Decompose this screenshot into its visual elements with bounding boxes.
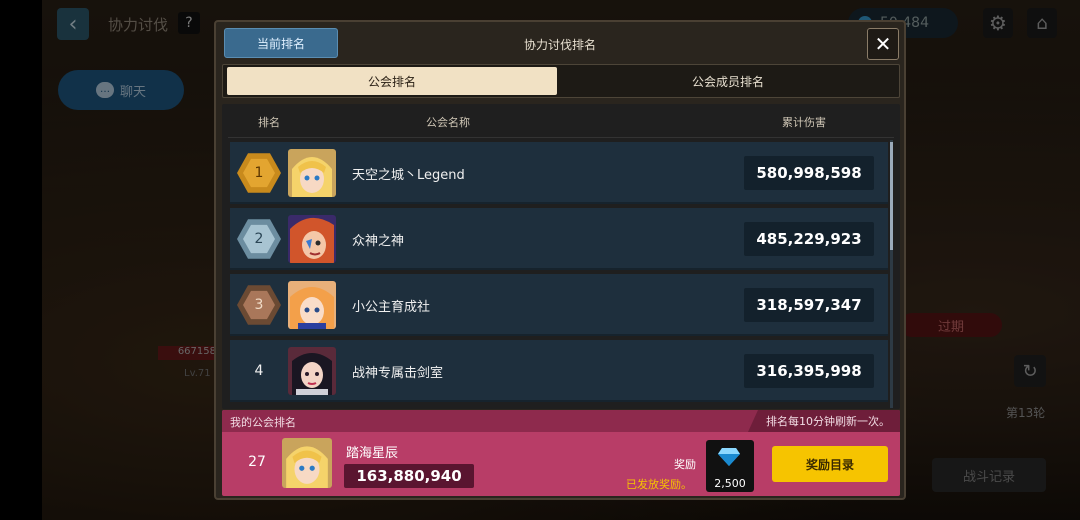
guild-avatar	[288, 281, 336, 329]
refresh-note: 排名每10分钟刷新一次。	[748, 410, 900, 432]
my-guild-label: 我的公会排名	[230, 416, 296, 429]
reward-item[interactable]: 2,500	[706, 440, 754, 492]
tab-guild-ranking[interactable]: 公会排名	[227, 67, 557, 95]
rank-bronze-badge-icon: 3	[237, 285, 281, 325]
close-icon: ✕	[874, 32, 892, 56]
guild-damage: 485,229,923	[744, 222, 874, 256]
list-scrollbar-thumb[interactable]	[890, 142, 893, 250]
reward-count: 2,500	[714, 477, 746, 490]
table-row[interactable]: 3 小公主育成社 318,597,347	[230, 274, 888, 336]
rank-silver-badge-icon: 2	[237, 219, 281, 259]
my-guild-name: 踏海星辰	[346, 446, 399, 461]
reward-label: 奖励	[674, 458, 696, 471]
header-damage: 累计伤害	[782, 116, 826, 129]
ranking-dialog: 协力讨伐排名 当前排名 ✕ 公会排名 公会成员排名 排名 公会名称 累计伤害 1…	[214, 20, 906, 500]
reward-sent-status: 已发放奖励。	[626, 478, 692, 491]
close-button[interactable]: ✕	[867, 28, 899, 60]
ranking-subtabs: 公会排名 公会成员排名	[222, 64, 900, 98]
diamond-icon	[718, 448, 740, 466]
reward-list-button[interactable]: 奖励目录	[772, 446, 888, 482]
tab-current-ranking[interactable]: 当前排名	[224, 28, 338, 58]
guild-avatar	[288, 347, 336, 395]
my-guild-damage: 163,880,940	[344, 464, 474, 488]
table-row[interactable]: 4 战神专属击剑室 316,395,998	[230, 340, 888, 402]
guild-damage: 318,597,347	[744, 288, 874, 322]
guild-name: 小公主育成社	[352, 299, 431, 315]
guild-name: 天空之城丶Legend	[352, 167, 465, 183]
guild-name: 众神之神	[352, 233, 405, 249]
rank-gold-badge-icon: 1	[237, 153, 281, 193]
guild-avatar	[288, 215, 336, 263]
tab-member-ranking[interactable]: 公会成员排名	[559, 67, 897, 95]
header-divider	[228, 137, 894, 138]
screen-edge	[0, 0, 42, 520]
ranking-list[interactable]: 排名 公会名称 累计伤害 1 天空之城丶Legend 580,998,598 2…	[222, 104, 900, 409]
table-row[interactable]: 2 众神之神 485,229,923	[230, 208, 888, 270]
guild-avatar	[288, 149, 336, 197]
header-guild-name: 公会名称	[426, 116, 470, 129]
guild-damage: 580,998,598	[744, 156, 874, 190]
my-guild-avatar	[282, 438, 332, 488]
my-guild-ranking: 我的公会排名 排名每10分钟刷新一次。 27 踏海星辰 163,880,940 …	[222, 410, 900, 496]
guild-damage: 316,395,998	[744, 354, 874, 388]
guild-name: 战神专属击剑室	[352, 365, 444, 381]
header-rank: 排名	[258, 116, 280, 129]
table-row[interactable]: 1 天空之城丶Legend 580,998,598	[230, 142, 888, 204]
rank-number: 4	[254, 363, 264, 379]
